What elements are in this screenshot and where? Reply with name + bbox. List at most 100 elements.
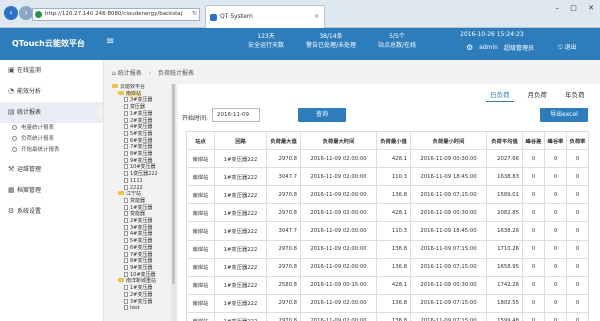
sidebar-item-monitor[interactable]: ▣ 在线监测	[0, 60, 103, 81]
table-row[interactable]: 南岸站1#变压器2222970.82016-11-09 02:00:00136.…	[186, 239, 589, 259]
tree-node[interactable]: 8#变压器	[112, 258, 174, 265]
tree-node[interactable]: test	[112, 305, 174, 312]
browser-tab[interactable]: QT System ×	[205, 5, 325, 28]
stat-label: 安全运行天数	[248, 42, 285, 49]
table-cell: 2016-11-09 07:15:00	[410, 185, 487, 205]
table-row[interactable]: 南岸站1#变压器2222970.82016-11-09 02:00:00136.…	[186, 185, 589, 205]
tree-node[interactable]: 江宁站	[112, 191, 174, 198]
file-icon	[124, 110, 128, 116]
tree-node[interactable]: 1变压器222	[112, 171, 174, 178]
tree-node-label: 变能器	[130, 211, 146, 218]
table-row[interactable]: 南岸站 1#变压器222 3047.7 2016-11-09 02:00:00 110.…	[186, 221, 589, 241]
query-button[interactable]: 查询	[298, 108, 346, 122]
tree-node[interactable]: 2#变压器	[112, 218, 174, 225]
table-cell: 1710.26	[486, 239, 523, 259]
report-icon: ▤	[8, 108, 15, 116]
column-header[interactable]: 负荷最小值	[376, 130, 411, 151]
table-row[interactable]: 南岸站 1#变压器222 2580.8 2016-11-09 00:15:00 428.…	[186, 275, 589, 295]
refresh-icon[interactable]: ↻	[192, 10, 197, 17]
home-icon: ⌂	[112, 70, 116, 77]
tree-node[interactable]: 4#变压器	[112, 124, 174, 131]
tab-yearly-load[interactable]: 年负荷	[561, 87, 589, 102]
maximize-icon[interactable]: □	[570, 4, 577, 12]
tree-node-label: 1变压器222	[130, 171, 158, 178]
table-cell: 2016-11-09 02:00:00	[300, 185, 377, 205]
file-icon	[124, 291, 128, 297]
table-row[interactable]: 南岸站1#变压器2222970.82016-11-09 02:00:00136.…	[186, 293, 589, 313]
table-row[interactable]: 南岸站1#变压器2222970.82016-11-09 02:00:00136.…	[186, 311, 589, 321]
table-row[interactable]: 南岸站 1#变压器222 3047.7 2016-11-09 02:00:00 110.…	[186, 167, 589, 187]
table-cell: 南岸站	[186, 311, 215, 321]
date-input[interactable]: 2016-11-09	[212, 108, 260, 122]
table-cell: 2016-11-09 00:30:00	[410, 149, 487, 169]
forward-icon[interactable]: ›	[19, 6, 33, 20]
tree-node[interactable]: 2222	[112, 184, 174, 192]
tree-node[interactable]: 6#变压器	[112, 244, 174, 252]
table-cell: 2016-11-09 07:15:00	[410, 257, 487, 277]
sidebar-subitem-energy-report[interactable]: 电量统计报表	[0, 123, 103, 134]
menu-toggle-icon[interactable]: ≡	[106, 36, 114, 47]
column-header[interactable]: 峰谷率	[544, 130, 567, 151]
monitor-icon: ▣	[8, 66, 15, 74]
export-excel-button[interactable]: 导出excel	[540, 108, 588, 122]
tree-node[interactable]: 2#变压器	[112, 291, 174, 299]
table-row[interactable]: 南岸站 1#变压器222 2970.8 2016-11-09 02:00:00 428.…	[186, 203, 589, 223]
tab-daily-load[interactable]: 日负荷	[486, 87, 514, 102]
table-row[interactable]: 南岸站 1#变压器222 2970.8 2016-11-09 02:00:00 428.…	[186, 149, 589, 169]
table-cell: 0	[566, 149, 589, 169]
sidebar-item-analysis[interactable]: ◔ 能效分析	[0, 81, 103, 102]
user-menu[interactable]: ⚙ admin 超级管理员	[466, 43, 534, 52]
sidebar-item-report[interactable]: ▤ 统计报表	[0, 102, 103, 123]
column-header[interactable]: 峰谷差	[522, 130, 545, 151]
table-cell: 1638.26	[486, 221, 523, 241]
tree-node[interactable]: 1#变压器	[112, 110, 174, 118]
logout-button[interactable]: ⎋ 退出	[558, 42, 577, 52]
file-icon	[124, 244, 128, 250]
table-cell: 3047.7	[266, 221, 301, 241]
tree-node[interactable]: 3#变压器	[112, 298, 174, 306]
column-header[interactable]: 负荷最大值	[266, 130, 301, 151]
tree-node-label: 7#变压器	[130, 144, 153, 151]
breadcrumb-root[interactable]: 统计报表	[118, 70, 142, 77]
tree-node[interactable]: 5#变压器	[112, 130, 174, 138]
tree-scrollbar[interactable]	[171, 84, 176, 321]
column-header[interactable]: 负荷最小时间	[410, 130, 487, 151]
table-cell: 1#变压器222	[214, 167, 267, 187]
minimize-icon[interactable]: –	[556, 4, 560, 12]
back-icon[interactable]: ‹	[4, 6, 18, 20]
table-cell: 0	[544, 239, 567, 259]
sidebar-subitem-load-report[interactable]: 负荷统计报表	[0, 134, 103, 145]
close-tab-icon[interactable]: ×	[314, 6, 319, 28]
table-cell: 110.3	[376, 167, 411, 187]
tree-node[interactable]: 8#变压器	[112, 151, 174, 158]
file-icon	[124, 211, 128, 217]
sidebar-item-archive[interactable]: ▦ 档案管理	[0, 180, 103, 201]
tree-node[interactable]: 1#变压器	[112, 285, 174, 292]
column-header[interactable]: 负荷率	[566, 130, 589, 151]
file-icon	[124, 231, 128, 237]
column-header[interactable]: 负荷平均值	[486, 130, 523, 151]
table-cell: 0	[522, 185, 545, 205]
tree-node[interactable]: 1111	[112, 177, 174, 185]
breadcrumb-current: 负荷统计报表	[158, 70, 195, 77]
column-header[interactable]: 负荷最大时间	[300, 130, 377, 151]
file-icon	[124, 298, 128, 304]
column-header[interactable]: 回路	[214, 130, 267, 151]
address-bar[interactable]: http://120.27.140.246:8080/cloudenergy/b…	[32, 8, 200, 21]
tree-node-label: 9#变压器	[130, 264, 153, 271]
tree-node[interactable]: 9#变压器	[112, 264, 174, 272]
column-header[interactable]: 站点	[186, 130, 215, 151]
table-cell: 1#变压器222	[214, 221, 267, 241]
tree-node[interactable]: 5#变压器	[112, 238, 174, 245]
table-row[interactable]: 南岸站1#变压器2222970.82016-11-09 02:00:00136.…	[186, 257, 589, 277]
table-cell: 南岸站	[186, 185, 215, 205]
tab-monthly-load[interactable]: 月负荷	[524, 87, 552, 102]
tree-node[interactable]: 变压器	[112, 104, 174, 111]
sidebar-item-settings[interactable]: ⚙ 系统设置	[0, 201, 103, 222]
sidebar-item-maintenance[interactable]: ⚒ 运维管理	[0, 159, 103, 180]
close-window-icon[interactable]: ✕	[588, 4, 594, 12]
table-cell: 1#变压器222	[214, 257, 267, 277]
tree-node[interactable]: 云能效平台	[112, 84, 174, 91]
sidebar-subitem-max-report[interactable]: 开始最统计报表	[0, 145, 103, 156]
tree-node[interactable]: 变能器	[112, 197, 174, 205]
